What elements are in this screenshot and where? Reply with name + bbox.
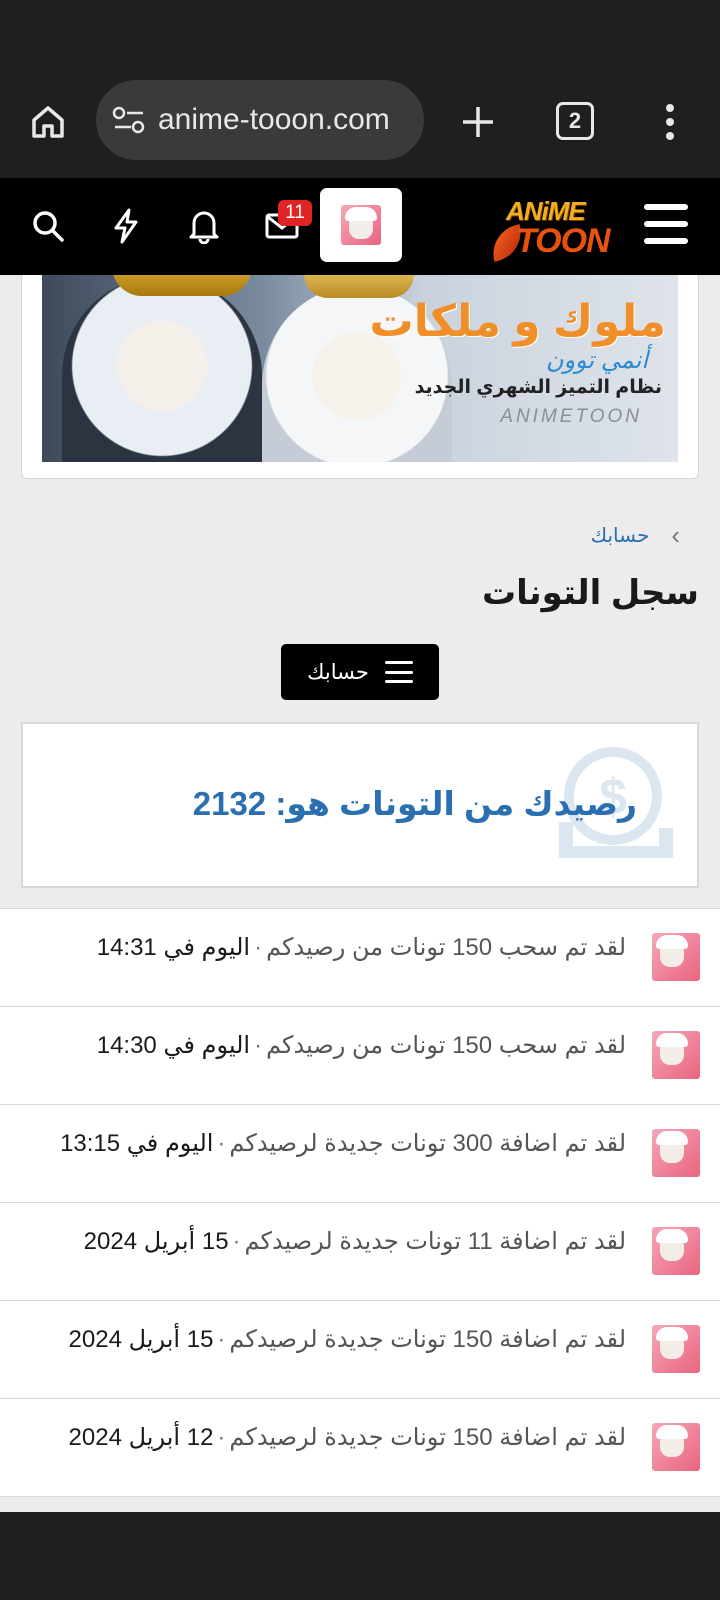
lightning-icon — [114, 208, 138, 244]
site-settings-icon[interactable] — [112, 103, 146, 137]
banner-character-king — [62, 276, 262, 462]
hamburger-line — [644, 204, 688, 210]
site-logo[interactable]: ANiME TOON — [486, 188, 611, 266]
banner-brand: ANIMETOON — [500, 406, 642, 427]
transaction-date: 12 أبريل 2024 — [68, 1424, 214, 1451]
separator-dot: · — [217, 1130, 226, 1157]
avatar[interactable] — [652, 933, 700, 981]
transaction-text: لقد تم اضافة 300 تونات جديدة لرصيدكم·الي… — [60, 1129, 626, 1158]
banner-title: ملوك و ملكات — [369, 297, 666, 346]
crown-icon — [112, 275, 252, 296]
url-text: anime-tooon.com — [158, 103, 390, 136]
list-item[interactable]: لقد تم اضافة 11 تونات جديدة لرصيدكم·15 أ… — [0, 1203, 720, 1301]
page-title: سجل التونات — [481, 574, 699, 612]
balance-box: $ رصيدك من التونات هو: 2132 — [21, 722, 699, 888]
separator-dot: · — [254, 934, 263, 961]
transaction-text: لقد تم سحب 150 تونات من رصيدكم·اليوم في … — [97, 933, 626, 962]
chevron-right-icon: › — [671, 520, 680, 550]
list-item[interactable]: لقد تم سحب 150 تونات من رصيدكم·اليوم في … — [0, 1007, 720, 1105]
transaction-text: لقد تم اضافة 150 تونات جديدة لرصيدكم·15 … — [69, 1325, 626, 1354]
transaction-text: لقد تم سحب 150 تونات من رصيدكم·اليوم في … — [97, 1031, 626, 1060]
transaction-message: لقد تم اضافة 11 تونات جديدة لرصيدكم — [244, 1228, 626, 1255]
breadcrumb: › حسابك — [591, 520, 680, 551]
transaction-text: لقد تم اضافة 11 تونات جديدة لرصيدكم·15 أ… — [84, 1227, 626, 1256]
search-icon — [33, 211, 64, 242]
separator-dot: · — [254, 1032, 263, 1059]
transaction-date: اليوم في 14:31 — [96, 934, 251, 961]
browser-toolbar: anime-tooon.com 2 — [0, 70, 720, 178]
account-menu-button[interactable]: حسابك — [281, 644, 439, 700]
breadcrumb-account-link[interactable]: حسابك — [591, 523, 650, 548]
alerts-button[interactable] — [182, 204, 226, 248]
transaction-message: لقد تم اضافة 300 تونات جديدة لرصيدكم — [229, 1130, 626, 1157]
search-button[interactable] — [26, 204, 70, 248]
transaction-date: 15 أبريل 2024 — [83, 1228, 229, 1255]
avatar[interactable] — [652, 1325, 700, 1373]
separator-dot: · — [217, 1424, 226, 1451]
banner-card: ملوك و ملكات أنمي توون نظام التميز الشهر… — [21, 275, 699, 479]
list-item[interactable]: لقد تم اضافة 150 تونات جديدة لرصيدكم·15 … — [0, 1301, 720, 1399]
home-button[interactable] — [24, 98, 72, 146]
user-avatar-button[interactable] — [320, 188, 402, 262]
banner-subtitle: أنمي توون — [545, 347, 648, 374]
transactions-list: لقد تم سحب 150 تونات من رصيدكم·اليوم في … — [0, 908, 720, 1497]
separator-dot: · — [217, 1326, 226, 1353]
transaction-text: لقد تم اضافة 150 تونات جديدة لرصيدكم·12 … — [69, 1423, 626, 1452]
transaction-message: لقد تم اضافة 150 تونات جديدة لرصيدكم — [229, 1326, 626, 1353]
browser-menu-button[interactable] — [656, 98, 684, 146]
logo-text-bottom: TOON — [516, 222, 611, 260]
hamburger-line — [644, 221, 688, 227]
avatar[interactable] — [652, 1423, 700, 1471]
page-content: ملوك و ملكات أنمي توون نظام التميز الشهر… — [0, 275, 720, 1512]
avatar[interactable] — [652, 1129, 700, 1177]
system-navigation-bar — [0, 1512, 720, 1600]
transaction-date: اليوم في 14:30 — [96, 1032, 251, 1059]
tab-switcher-button[interactable]: 2 — [556, 102, 594, 140]
separator-dot: · — [232, 1228, 241, 1255]
site-header: 11 ANiME TOON — [0, 178, 720, 275]
banner-tagline: نظام التميز الشهري الجديد — [414, 377, 662, 398]
hamburger-line — [644, 238, 688, 244]
list-item[interactable]: لقد تم سحب 150 تونات من رصيدكم·اليوم في … — [0, 909, 720, 1007]
whats-new-button[interactable] — [104, 204, 148, 248]
status-bar — [0, 0, 720, 70]
balance-text: رصيدك من التونات هو: 2132 — [192, 785, 637, 822]
main-menu-button[interactable] — [644, 204, 688, 244]
list-item[interactable]: لقد تم اضافة 300 تونات جديدة لرصيدكم·الي… — [0, 1105, 720, 1203]
avatar[interactable] — [652, 1227, 700, 1275]
transaction-date: 15 أبريل 2024 — [68, 1326, 214, 1353]
dot-icon — [666, 132, 674, 140]
address-bar[interactable]: anime-tooon.com — [96, 80, 424, 160]
bell-icon — [189, 211, 219, 244]
list-item[interactable]: لقد تم اضافة 150 تونات جديدة لرصيدكم·12 … — [0, 1399, 720, 1497]
dot-icon — [666, 118, 674, 126]
transaction-date: اليوم في 13:15 — [60, 1130, 214, 1157]
plus-icon — [463, 107, 493, 137]
avatar — [341, 205, 381, 245]
menu-icon — [384, 661, 413, 683]
avatar[interactable] — [652, 1031, 700, 1079]
home-icon — [32, 106, 64, 138]
transaction-message: لقد تم اضافة 150 تونات جديدة لرصيدكم — [229, 1424, 626, 1451]
promo-banner[interactable]: ملوك و ملكات أنمي توون نظام التميز الشهر… — [42, 275, 678, 462]
dot-icon — [666, 104, 674, 112]
transaction-message: لقد تم سحب 150 تونات من رصيدكم — [266, 934, 626, 961]
mail-count-badge: 11 — [278, 200, 312, 226]
crown-icon — [304, 275, 414, 298]
account-menu-label: حسابك — [307, 660, 369, 684]
transaction-message: لقد تم سحب 150 تونات من رصيدكم — [266, 1032, 626, 1059]
new-tab-button[interactable] — [454, 98, 502, 146]
